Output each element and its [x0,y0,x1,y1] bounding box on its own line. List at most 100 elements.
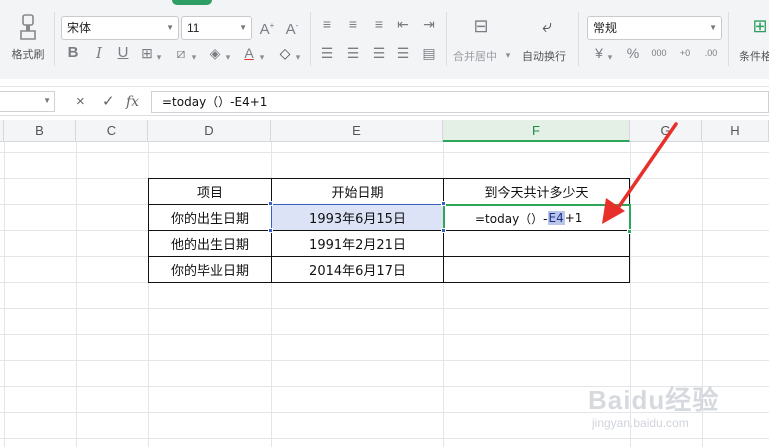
justify-icon[interactable]: ☰ [394,43,412,63]
formula-editing-cell[interactable]: =today（）- E4 +1 [443,204,631,232]
merge-center-label[interactable]: 合并居中 [453,48,497,64]
column-header-h[interactable]: H [702,120,769,142]
align-top-icon[interactable]: ≡ [318,14,336,34]
column-header-c[interactable]: C [76,120,148,142]
chevron-down-icon[interactable]: ▾ [155,47,163,67]
bold-icon[interactable]: B [64,43,82,63]
table-cell-days[interactable] [443,256,630,283]
chevron-down-icon: ▼ [43,96,51,105]
watermark-logo-text: Baidu经验 [588,385,720,415]
chevron-down-icon: ▼ [709,23,717,32]
formula-suffix: +1 [564,211,583,225]
insert-function-icon[interactable]: fx [126,92,139,112]
align-middle-icon[interactable]: ≡ [344,14,362,34]
wrap-text-icon[interactable]: ⤶ [534,16,560,36]
cancel-formula-icon[interactable]: × [76,92,85,112]
watermark-url: jingyan.baidu.com [592,416,689,430]
spreadsheet-app: 格式刷 宋体 ▼ 11 ▼ A+ A- B I U ⊞ ▾ ⧄ ▾ ◈ ▾ A … [0,0,769,447]
align-center-icon[interactable]: ☰ [344,43,362,63]
format-painter-label: 格式刷 [11,49,45,61]
table-cell-date[interactable]: 2014年6月17日 [271,256,444,283]
ribbon-separator [54,12,55,66]
font-name-select[interactable]: 宋体 ▼ [61,16,179,40]
table-cell-date-referenced[interactable]: 1993年6月15日 [271,204,444,231]
indent-decrease-icon[interactable]: ⇤ [394,14,412,34]
border-icon[interactable]: ⊞ [138,43,156,63]
indent-increase-icon[interactable]: ⇥ [420,14,438,34]
chevron-down-icon[interactable]: ▾ [294,47,302,67]
grid-line [0,334,769,335]
grid-line [76,142,77,447]
column-header-f[interactable]: F [443,120,630,142]
cell-style-icon[interactable]: ⧄ [172,43,190,63]
formula-prefix: =today（）- [475,211,548,226]
thousands-icon[interactable]: 000 [648,43,670,63]
column-header-e[interactable]: E [271,120,443,142]
column-header-d[interactable]: D [148,120,271,142]
chevron-down-icon: ▼ [239,23,247,32]
formula-bar: ▼ × ✓ fx =today（）-E4+1 [0,86,769,116]
selection-handle[interactable] [441,228,446,233]
chevron-down-icon: ▼ [166,23,174,32]
number-format-select[interactable]: 常规 ▼ [587,16,722,40]
name-box[interactable]: ▼ [0,91,55,112]
table-cell-item[interactable]: 他的出生日期 [148,230,272,257]
conditional-format-label[interactable]: 条件格 [739,48,769,64]
table-cell-item[interactable]: 你的出生日期 [148,204,272,231]
font-size-select[interactable]: 11 ▼ [181,16,252,40]
active-tab-indicator [172,0,212,5]
chevron-down-icon[interactable]: ▾ [606,47,614,67]
increase-decimal-icon[interactable]: +0 [674,43,696,63]
align-bottom-icon[interactable]: ≡ [370,14,388,34]
ribbon-separator [310,12,311,66]
baidu-jingyan-watermark: Baidu经验 jingyan.baidu.com [588,362,766,442]
font-size-value: 11 [187,21,200,35]
grid-line [0,308,769,309]
chevron-down-icon[interactable]: ▾ [190,47,198,67]
font-name-value: 宋体 [67,21,92,35]
underline-icon[interactable]: U [114,43,132,63]
grid-line [0,360,769,361]
ribbon-separator [446,12,447,66]
selection-handle[interactable] [268,228,273,233]
table-cell-date[interactable]: 1991年2月21日 [271,230,444,257]
number-format-value: 常规 [593,21,618,35]
chevron-down-icon[interactable]: ▾ [258,47,266,67]
grid-line [4,142,5,447]
table-cell-days[interactable] [443,230,630,257]
fill-handle[interactable] [627,229,632,234]
font-color-icon[interactable]: A [240,43,258,63]
selection-handle[interactable] [441,201,446,206]
cell-reference-highlight: E4 [547,211,565,225]
ribbon-toolbar: 格式刷 宋体 ▼ 11 ▼ A+ A- B I U ⊞ ▾ ⧄ ▾ ◈ ▾ A … [0,0,769,79]
percent-icon[interactable]: % [624,43,642,63]
column-header-b[interactable]: B [4,120,76,142]
chevron-down-icon[interactable]: ▾ [224,47,232,67]
ribbon-separator [728,12,729,66]
table-header-days[interactable]: 到今天共计多少天 [443,178,630,205]
conditional-format-icon[interactable]: ⊞ [750,16,769,36]
table-header-item[interactable]: 项目 [148,178,272,205]
table-header-start-date[interactable]: 开始日期 [271,178,444,205]
grid-line [0,152,769,153]
align-left-icon[interactable]: ☰ [318,43,336,63]
increase-font-icon[interactable]: A+ [258,16,276,40]
confirm-formula-icon[interactable]: ✓ [102,92,115,112]
distributed-icon[interactable]: ▤ [420,43,438,63]
fill-color-icon[interactable]: ◈ [206,43,224,63]
column-header-g[interactable]: G [630,120,702,142]
format-painter-button[interactable]: 格式刷 [6,14,50,70]
selection-handle[interactable] [268,201,273,206]
table-cell-item[interactable]: 你的毕业日期 [148,256,272,283]
chevron-down-icon[interactable]: ▾ [504,48,512,62]
brush-icon [20,14,36,40]
clear-icon[interactable]: ◇ [276,43,294,63]
decrease-decimal-icon[interactable]: .00 [700,43,722,63]
formula-input[interactable]: =today（）-E4+1 [151,91,769,113]
merge-cells-icon[interactable]: ⊟ [468,16,494,36]
italic-icon[interactable]: I [90,43,108,63]
ribbon-separator [578,12,579,66]
wrap-text-label[interactable]: 自动换行 [522,48,566,64]
align-right-icon[interactable]: ☰ [370,43,388,63]
decrease-font-icon[interactable]: A- [283,16,301,40]
